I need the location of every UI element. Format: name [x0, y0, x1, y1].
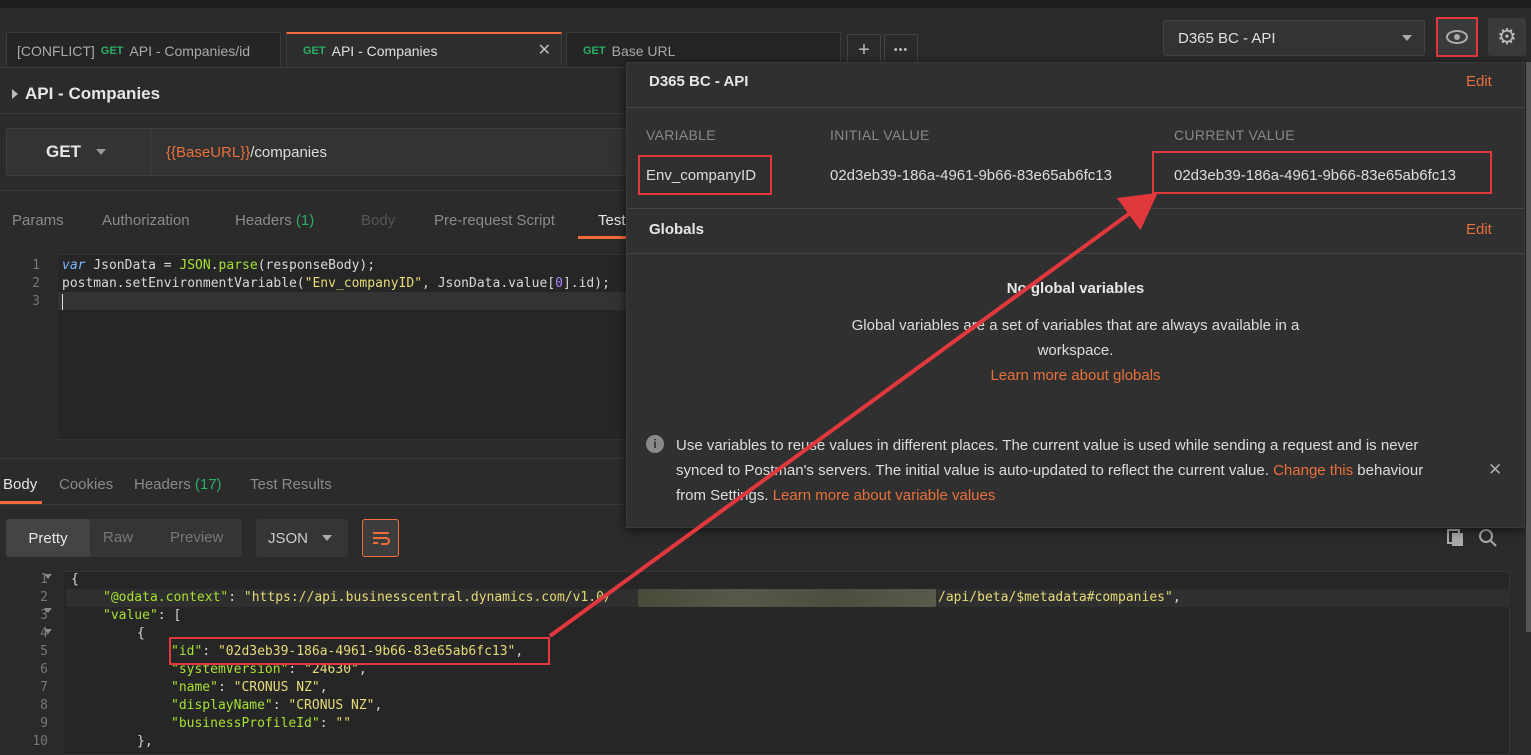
annotation-arrow — [548, 192, 1158, 638]
